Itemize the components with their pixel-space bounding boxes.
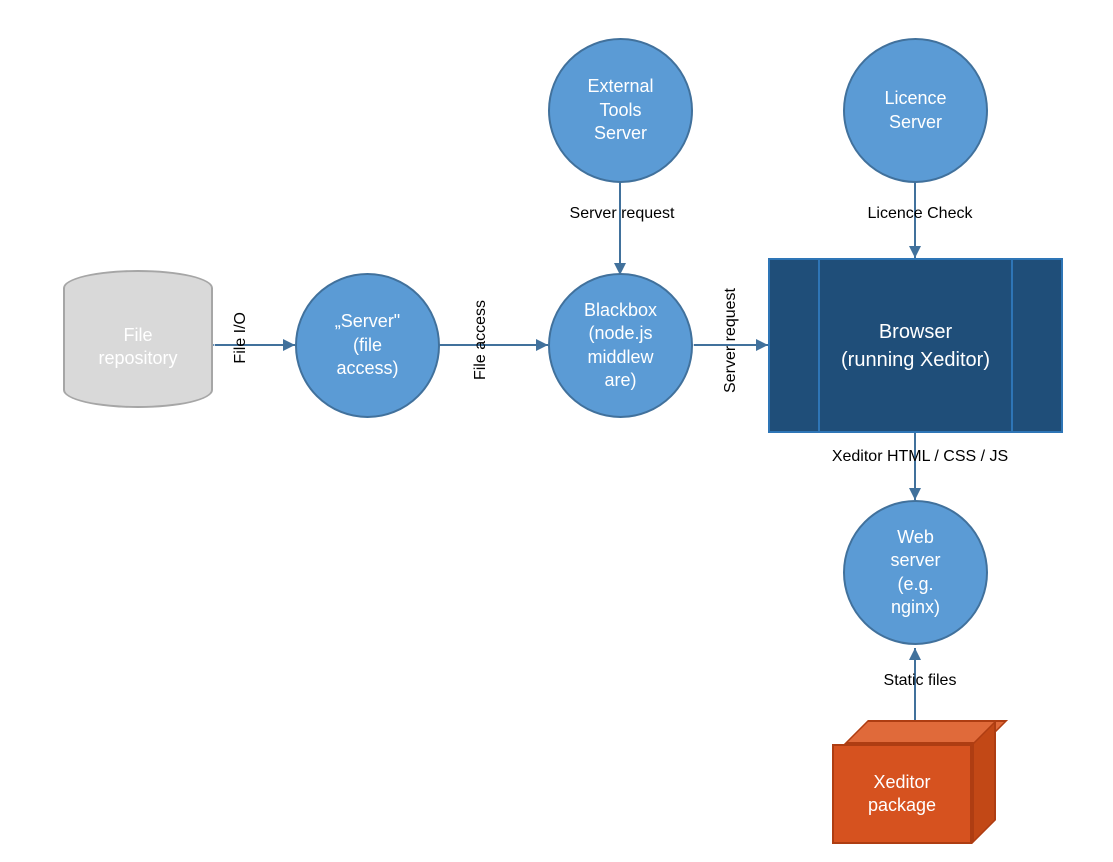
- server-label: „Server"(fileaccess): [335, 310, 400, 380]
- node-server: „Server"(fileaccess): [295, 273, 440, 418]
- edge-label-xeditor-assets: Xeditor HTML / CSS / JS: [820, 448, 1020, 466]
- node-external-tools: ExternalToolsServer: [548, 38, 693, 183]
- edge-label-file-access: File access: [472, 300, 490, 380]
- file-repository-label: Filerepository: [98, 324, 177, 371]
- node-file-repository: Filerepository: [63, 288, 213, 408]
- browser-label: Browser(running Xeditor): [841, 318, 990, 374]
- node-web-server: Webserver(e.g.nginx): [843, 500, 988, 645]
- edge-label-file-io: File I/O: [232, 312, 250, 364]
- licence-server-label: LicenceServer: [884, 87, 946, 134]
- node-licence-server: LicenceServer: [843, 38, 988, 183]
- edge-label-server-request-right: Server request: [722, 288, 740, 393]
- web-server-label: Webserver(e.g.nginx): [890, 526, 940, 620]
- edge-label-server-request-top: Server request: [562, 205, 682, 223]
- node-browser: Browser(running Xeditor): [768, 258, 1063, 433]
- blackbox-label: Blackbox(node.jsmiddleware): [584, 299, 657, 393]
- edge-label-licence-check: Licence Check: [860, 205, 980, 223]
- xeditor-package-label: Xeditorpackage: [868, 771, 936, 818]
- external-tools-label: ExternalToolsServer: [587, 75, 653, 145]
- edge-label-static-files: Static files: [875, 672, 965, 690]
- node-blackbox: Blackbox(node.jsmiddleware): [548, 273, 693, 418]
